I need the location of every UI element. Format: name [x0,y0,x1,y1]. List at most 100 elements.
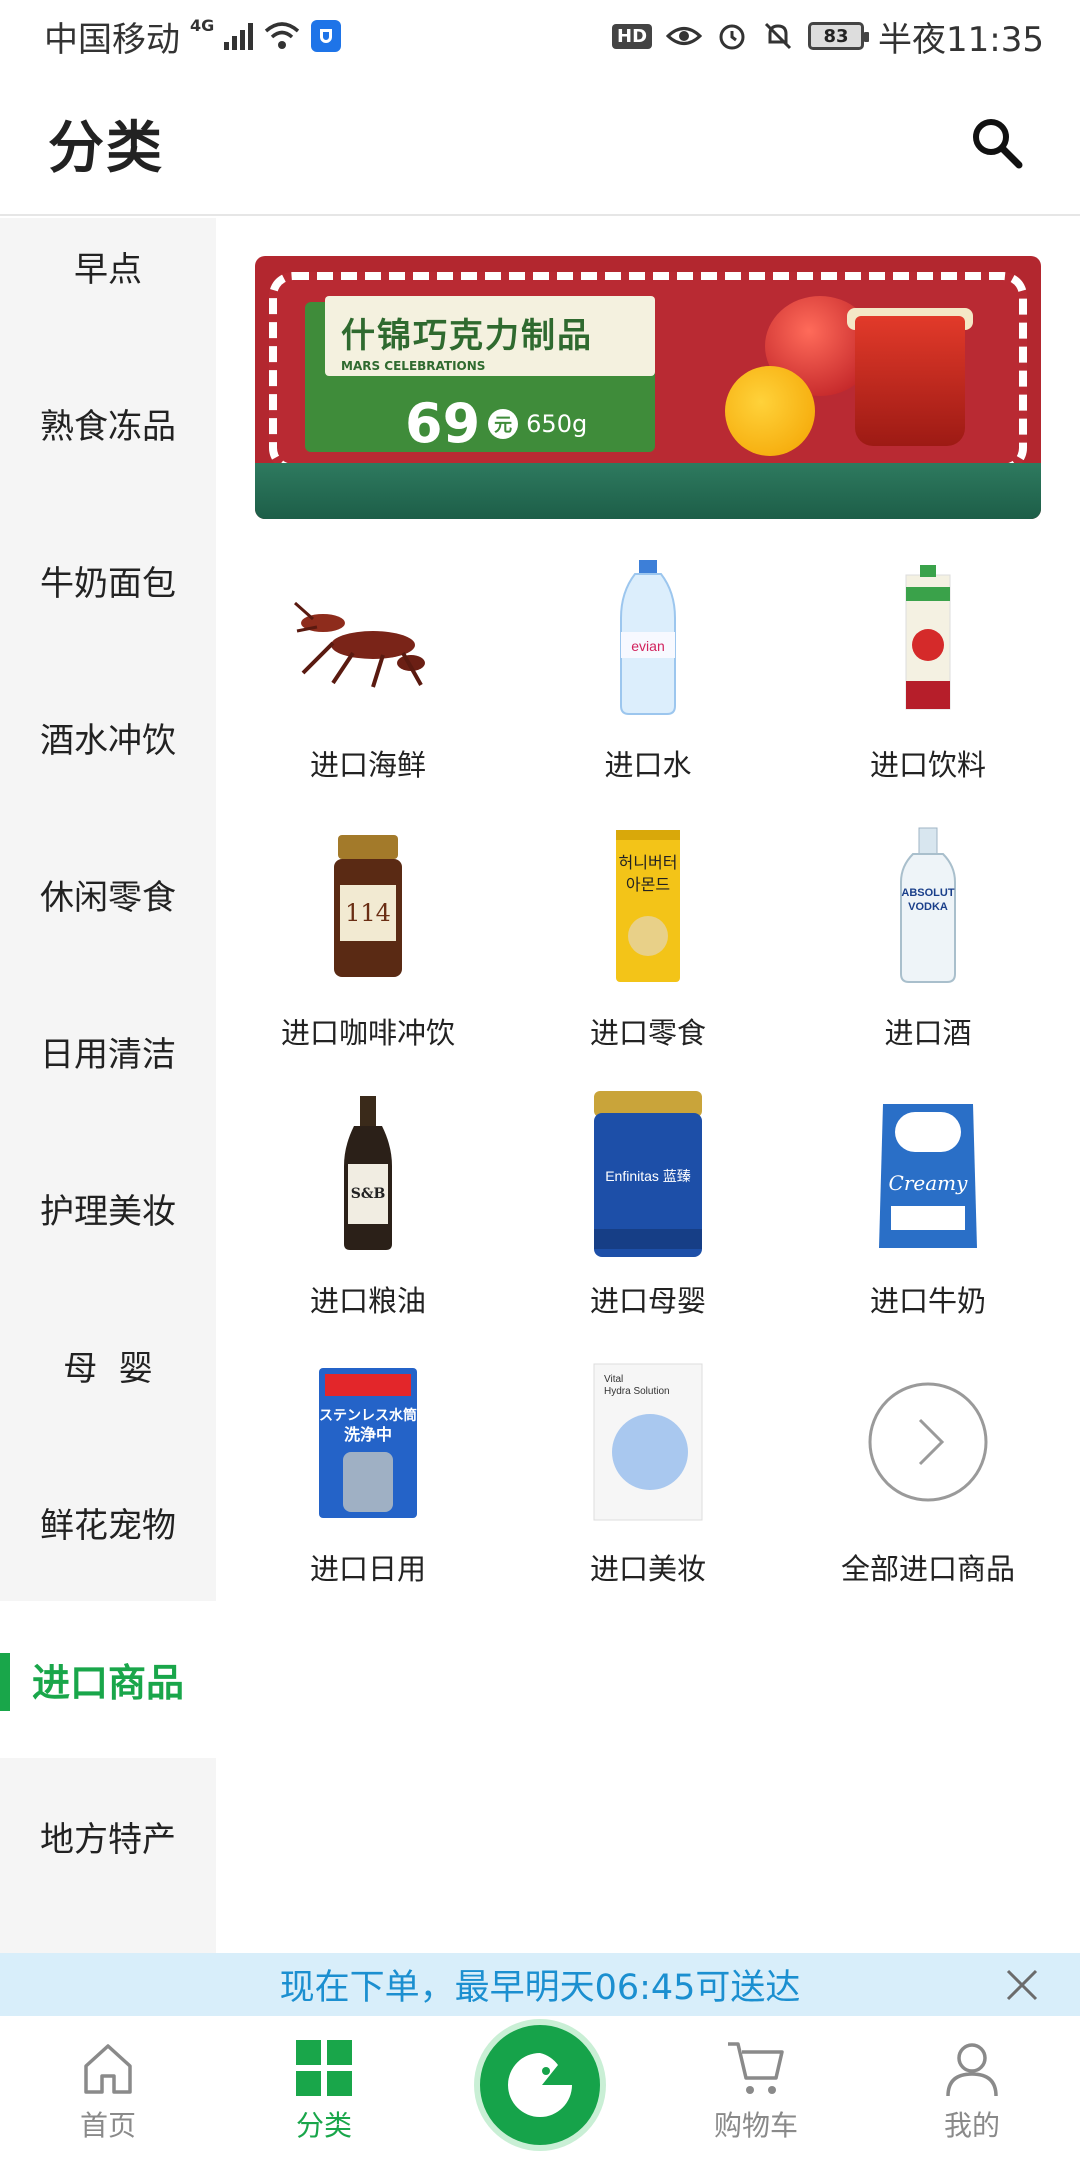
sidebar-item-drinks[interactable]: 酒水冲饮 [0,659,216,816]
category-label: 进口牛奶 [869,1284,986,1318]
svg-text:Enfinitas 蓝臻: Enfinitas 蓝臻 [605,1168,691,1184]
svg-text:Creamy: Creamy [889,1171,969,1195]
nav-center [432,2016,648,2160]
chocolate-bucket-image [855,316,965,446]
alarm-icon [719,24,745,50]
sidebar-item-label: 牛奶面包 [40,564,176,604]
sidebar-item-label: 休闲零食 [40,878,176,918]
sidebar-item-label: 母 婴 [63,1349,153,1389]
sidebar-item-flowers-pets[interactable]: 鲜花宠物 [0,1444,216,1601]
category-item-coffee[interactable]: 114 进口咖啡冲饮 [236,816,500,1086]
sidebar-item-breakfast[interactable]: 早点 [0,218,216,345]
coffee-jar-icon: 114 [273,816,463,996]
category-item-all-imported[interactable]: 全部进口商品 [796,1352,1060,1622]
svg-text:S&B: S&B [351,1186,386,1202]
nav-home[interactable]: 首页 [0,2016,216,2160]
banner-title-card: 什锦巧克力制品 MARS CELEBRATIONS [325,296,655,376]
banner-lights-strip [255,463,1041,519]
sidebar-item-label: 护理美妆 [40,1192,176,1232]
category-item-seafood[interactable]: 进口海鲜 [236,548,500,818]
delivery-notice-bar: 现在下单，最早明天06:45可送达 [0,1953,1080,2016]
sidebar-item-label: 早点 [74,250,142,290]
sidebar-item-deli-frozen[interactable]: 熟食冻品 [0,345,216,502]
category-label: 进口饮料 [869,748,986,782]
sidebar-item-baby[interactable]: 母 婴 [0,1287,216,1444]
svg-text:114: 114 [345,899,391,927]
clock-label: 半夜11:35 [878,19,1044,60]
category-item-liquor[interactable]: ABSOLUT VODKA 进口酒 [796,816,1060,1086]
water-bottle-icon: evian [553,548,743,728]
security-shield-icon [311,20,342,52]
cleaner-box-icon: ステンレス水筒 洗浄中 [273,1352,463,1532]
search-button[interactable] [962,108,1032,178]
category-label: 进口母婴 [589,1284,706,1318]
nav-label: 我的 [943,2109,1000,2142]
cart-icon [728,2042,784,2094]
banner-price: 69 元 650g [405,392,587,455]
user-icon [946,2043,998,2097]
juice-box-icon [833,548,1023,728]
app-logo-icon [508,2053,572,2117]
category-item-beverage[interactable]: 进口饮料 [796,548,1060,818]
nav-cart[interactable]: 购物车 [648,2016,864,2160]
sidebar-item-label: 日用清洁 [40,1035,176,1075]
banner-currency: 元 [488,408,519,439]
sidebar-item-label: 地方特产 [40,1820,176,1860]
sidebar-item-label: 酒水冲饮 [40,721,176,761]
promo-banner[interactable]: 什锦巧克力制品 MARS CELEBRATIONS 69 元 650g [255,256,1041,519]
sidebar-item-label: 鲜花宠物 [40,1506,176,1546]
snack-bag-icon: 허니버터아몬드 [553,816,743,996]
category-item-milk[interactable]: Creamy 进口牛奶 [796,1084,1060,1354]
sidebar-item-cleaning[interactable]: 日用清洁 [0,973,216,1130]
svg-text:허니버터: 허니버터 [619,853,678,872]
face-mask-icon: Vital Hydra Solution [553,1352,743,1532]
network-type-label: 4G [190,15,215,35]
sidebar-item-local-specialty[interactable]: 地方特产 [0,1758,216,1915]
center-action-button[interactable] [474,2019,606,2151]
category-item-baby[interactable]: Enfinitas 蓝臻 进口母婴 [516,1084,780,1354]
close-icon[interactable] [1004,1967,1040,2003]
banner-title: 什锦巧克力制品 [341,316,593,356]
banner-weight: 650g [526,409,588,438]
page-title: 分类 [48,115,164,181]
category-label: 进口海鲜 [309,748,426,782]
home-icon [84,2044,132,2094]
category-label: 进口水 [604,748,692,782]
status-right: HD 83 半夜11:35 [612,12,1044,61]
sidebar-item-beauty[interactable]: 护理美妆 [0,1130,216,1287]
sidebar-item-snacks[interactable]: 休闲零食 [0,816,216,973]
sidebar-item-milk-bread[interactable]: 牛奶面包 [0,502,216,659]
hd-badge: HD [612,23,653,49]
nav-label: 购物车 [713,2109,798,2142]
category-item-daily-use[interactable]: ステンレス水筒 洗浄中 进口日用 [236,1352,500,1622]
svg-text:Hydra Solution: Hydra Solution [604,1386,670,1397]
orange-image [725,366,815,456]
svg-text:evian: evian [631,638,664,654]
sauce-bottle-icon: S&B [273,1084,463,1264]
status-left: 中国移动 4G [44,12,342,61]
category-label: 进口零食 [589,1016,706,1050]
category-item-cosmetics[interactable]: Vital Hydra Solution 进口美妆 [516,1352,780,1622]
nav-label: 分类 [295,2109,352,2142]
carrier-label: 中国移动 [44,19,180,60]
eye-icon [666,27,703,45]
chevron-right-circle-icon [833,1352,1023,1532]
sidebar-item-imported[interactable]: 进口商品 [0,1601,216,1758]
svg-text:ステンレス水筒: ステンレス水筒 [319,1407,417,1424]
category-item-grain-oil[interactable]: S&B 进口粮油 [236,1084,500,1354]
nav-me[interactable]: 我的 [864,2016,1080,2160]
category-sidebar[interactable]: 早点 熟食冻品 牛奶面包 酒水冲饮 休闲零食 日用清洁 护理美妆 母 婴 鲜花宠… [0,218,216,1953]
category-label: 进口日用 [309,1552,426,1586]
lobster-icon [273,548,463,728]
vodka-bottle-icon: ABSOLUT VODKA [833,816,1023,996]
svg-text:아몬드: 아몬드 [626,875,670,894]
category-label: 进口咖啡冲饮 [280,1016,455,1050]
category-label: 进口酒 [884,1016,972,1050]
signal-icon [224,22,254,50]
category-item-snacks[interactable]: 허니버터아몬드 进口零食 [516,816,780,1086]
nav-category[interactable]: 分类 [216,2016,432,2160]
search-icon [973,119,1023,169]
category-item-water[interactable]: evian 进口水 [516,548,780,818]
battery-indicator: 83 [808,22,870,50]
svg-text:ABSOLUT: ABSOLUT [901,887,954,899]
